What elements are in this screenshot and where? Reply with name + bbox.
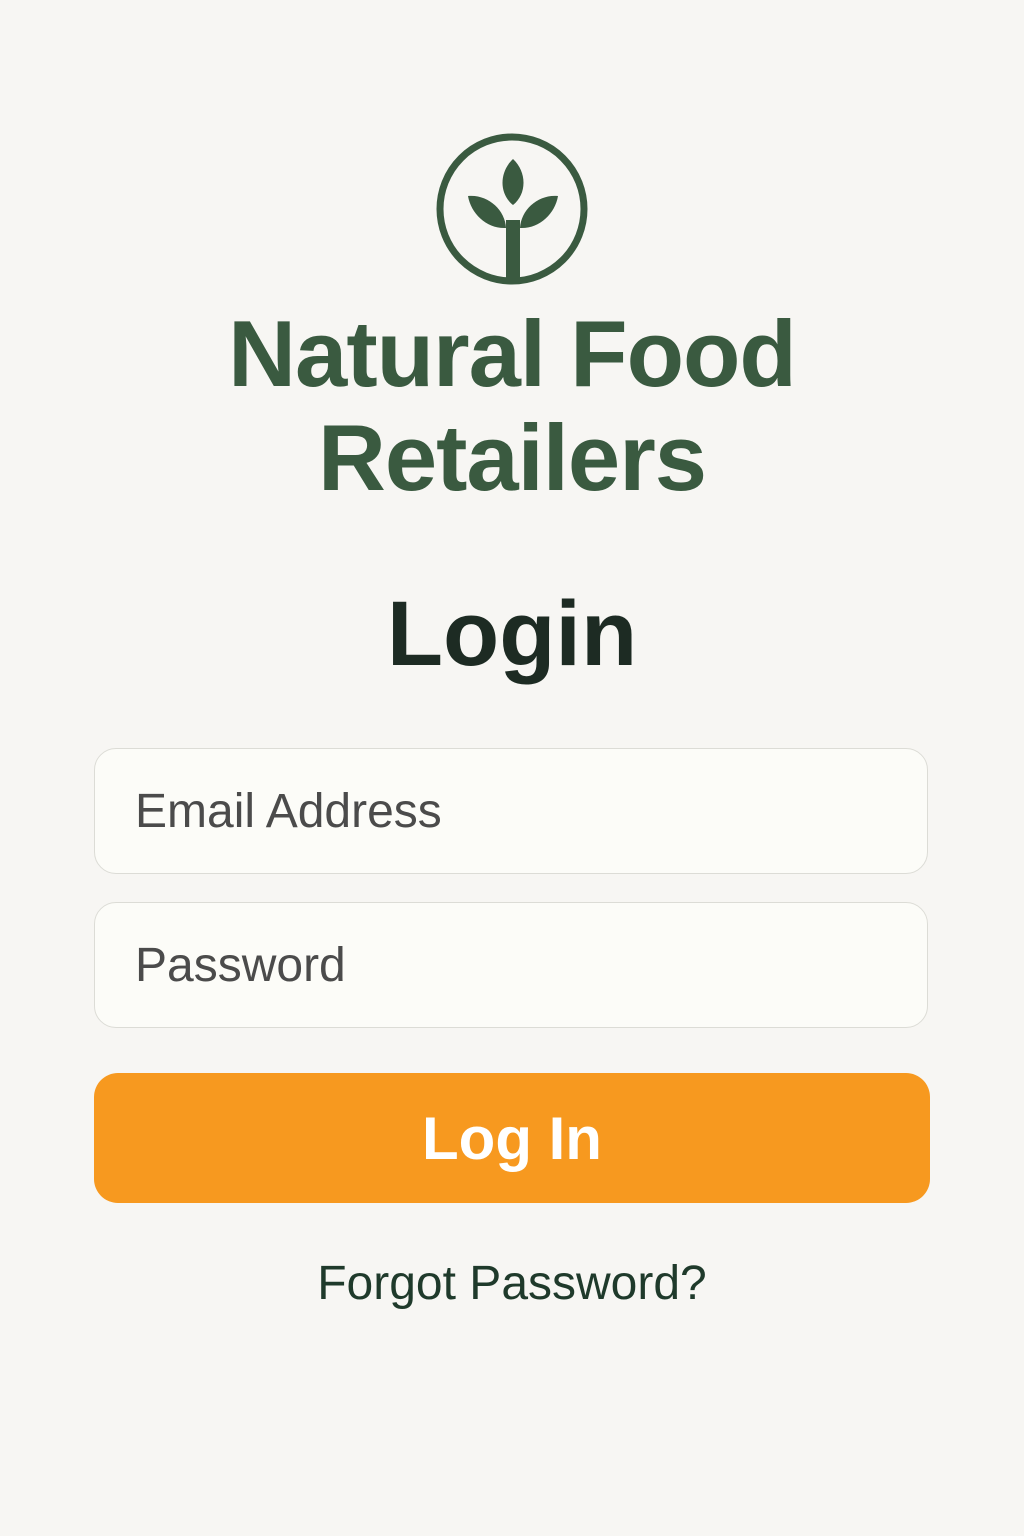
sprout-in-circle-icon <box>436 133 588 285</box>
forgot-password-link[interactable]: Forgot Password? <box>0 1254 1024 1314</box>
brand-name: Natural Food Retailers <box>0 302 1024 510</box>
brand-name-line1: Natural Food <box>228 301 797 406</box>
login-page: Natural Food Retailers Login Log In Forg… <box>0 0 1024 1536</box>
login-button[interactable]: Log In <box>94 1073 930 1203</box>
page-title: Login <box>386 583 638 685</box>
email-field[interactable] <box>94 748 928 874</box>
brand-name-line2: Retailers <box>317 405 707 510</box>
password-field[interactable] <box>94 902 928 1028</box>
